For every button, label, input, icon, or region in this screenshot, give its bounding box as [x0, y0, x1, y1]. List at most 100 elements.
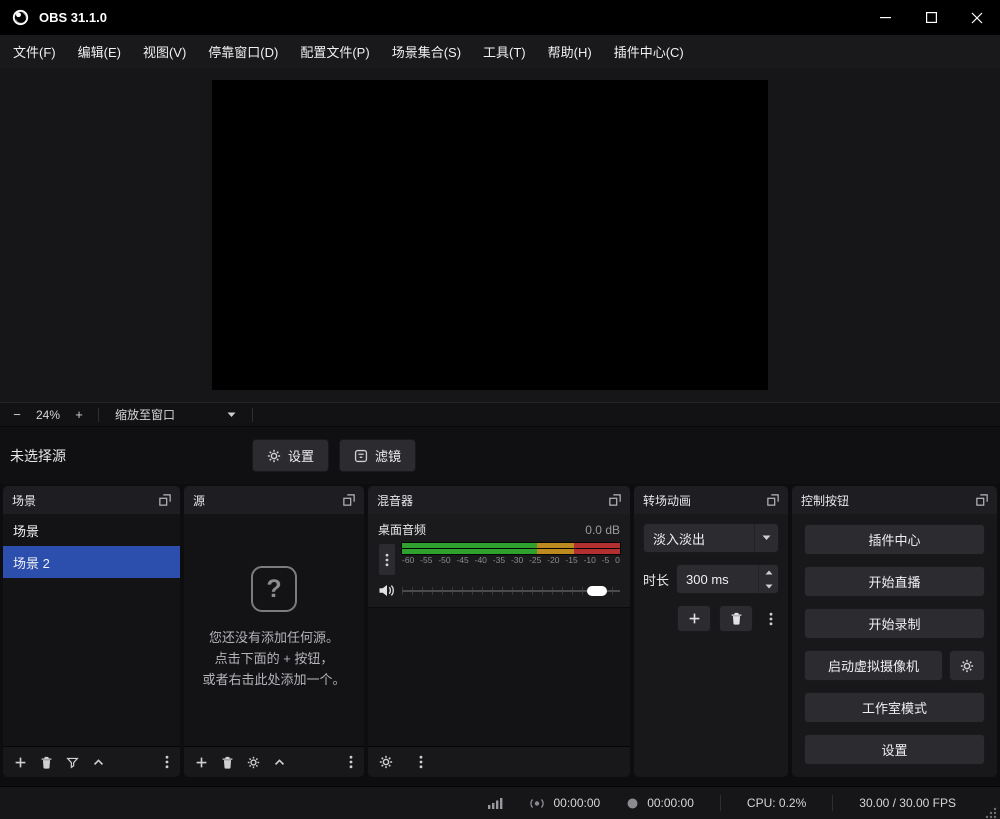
menu-item-profile[interactable]: 配置文件(P): [289, 35, 380, 68]
start-streaming-button[interactable]: 开始直播: [804, 566, 985, 597]
gear-icon: [960, 659, 974, 673]
empty-state-line: 点击下面的 + 按钮，: [215, 648, 334, 669]
virtual-camera-settings-button[interactable]: [949, 650, 985, 681]
remove-source-button[interactable]: [221, 756, 234, 769]
preview-canvas[interactable]: [212, 80, 768, 390]
divider: [98, 408, 99, 422]
source-properties-button[interactable]: [247, 756, 260, 769]
spin-up-button[interactable]: [759, 565, 778, 579]
duration-label: 时长: [643, 570, 669, 589]
menu-item-docks[interactable]: 停靠窗口(D): [197, 35, 289, 68]
mute-button[interactable]: [378, 583, 395, 598]
meter-red-segment: [574, 543, 620, 548]
add-source-button[interactable]: [195, 756, 208, 769]
menu-item-file[interactable]: 文件(F): [2, 35, 67, 68]
spin-down-button[interactable]: [759, 579, 778, 593]
popout-icon[interactable]: [767, 494, 779, 506]
mixer-more-button[interactable]: [419, 755, 423, 769]
window-title: OBS 31.1.0: [39, 10, 107, 25]
popout-icon[interactable]: [609, 494, 621, 506]
sources-more-button[interactable]: [349, 755, 353, 769]
empty-state-line: 您还没有添加任何源。: [209, 627, 339, 648]
advanced-audio-button[interactable]: [379, 755, 393, 769]
popout-icon[interactable]: [976, 494, 988, 506]
fit-to-window-dropdown[interactable]: 缩放至窗口: [107, 406, 244, 423]
scene-item-selected[interactable]: 场景 2: [3, 546, 180, 578]
divider: [832, 795, 833, 811]
scene-item[interactable]: 场景: [3, 514, 180, 546]
move-scene-up-button[interactable]: [92, 756, 105, 769]
controls-dock-header: 控制按钮: [792, 486, 997, 514]
menu-item-help[interactable]: 帮助(H): [537, 35, 603, 68]
add-scene-button[interactable]: [14, 756, 27, 769]
audio-mixer-dock: 混音器 桌面音频 0.0 dB: [368, 486, 630, 777]
add-transition-button[interactable]: [677, 605, 711, 632]
mixer-channel-desktop-audio: 桌面音频 0.0 dB: [368, 514, 630, 608]
channel-menu-button[interactable]: [378, 543, 396, 576]
mixer-dock-header: 混音器: [368, 486, 630, 514]
source-filters-toolbar-button[interactable]: 滤镜: [339, 439, 416, 472]
chevron-down-icon: [754, 524, 778, 552]
start-recording-button[interactable]: 开始录制: [804, 608, 985, 639]
transitions-dock-title: 转场动画: [643, 492, 691, 509]
menu-item-plugin-center[interactable]: 插件中心(C): [603, 35, 695, 68]
transitions-dock-header: 转场动画: [634, 486, 788, 514]
remove-transition-button[interactable]: [719, 605, 753, 632]
settings-button[interactable]: 设置: [804, 734, 985, 765]
menubar: 文件(F) 编辑(E) 视图(V) 停靠窗口(D) 配置文件(P) 场景集合(S…: [0, 35, 1000, 68]
volume-meter-right: [402, 549, 620, 554]
statusbar: 00:00:00 00:00:00 CPU: 0.2% 30.00 / 30.0…: [0, 786, 1000, 819]
zoom-in-button[interactable]: +: [68, 407, 90, 422]
chevron-down-icon: [227, 412, 236, 418]
question-icon: ?: [251, 566, 297, 612]
zoom-out-button[interactable]: −: [6, 407, 28, 422]
scene-filters-button[interactable]: [66, 756, 79, 769]
fps-counter: 30.00 / 30.00 FPS: [859, 796, 956, 810]
meter-green-segment: [402, 549, 537, 554]
transition-menu-button[interactable]: [769, 612, 773, 626]
menu-item-scene-collection[interactable]: 场景集合(S): [381, 35, 472, 68]
resize-grip[interactable]: [984, 806, 997, 819]
scenes-more-button[interactable]: [165, 755, 169, 769]
menu-item-view[interactable]: 视图(V): [132, 35, 197, 68]
menu-item-edit[interactable]: 编辑(E): [67, 35, 132, 68]
transition-select-value: 淡入淡出: [644, 529, 754, 548]
plugin-center-button[interactable]: 插件中心: [804, 524, 985, 555]
stream-time: 00:00:00: [553, 796, 600, 810]
empty-state-line: 或者右击此处添加一个。: [202, 669, 345, 690]
divider: [720, 795, 721, 811]
popout-icon[interactable]: [159, 494, 171, 506]
mixer-body: 桌面音频 0.0 dB: [368, 514, 630, 746]
transition-select[interactable]: 淡入淡出: [643, 523, 779, 553]
popout-icon[interactable]: [343, 494, 355, 506]
volume-slider[interactable]: [402, 584, 620, 598]
slider-handle[interactable]: [587, 586, 607, 596]
channel-name: 桌面音频: [378, 521, 426, 538]
meter-yellow-segment: [537, 543, 574, 548]
record-time: 00:00:00: [647, 796, 694, 810]
remove-scene-button[interactable]: [40, 756, 53, 769]
scenes-dock: 场景 场景 场景 2: [3, 486, 180, 777]
source-list[interactable]: ? 您还没有添加任何源。 点击下面的 + 按钮， 或者右击此处添加一个。: [184, 514, 364, 746]
fit-to-window-label: 缩放至窗口: [115, 406, 175, 423]
menu-item-tools[interactable]: 工具(T): [472, 35, 537, 68]
meter-red-segment: [574, 549, 620, 554]
minimize-button[interactable]: [862, 0, 908, 35]
maximize-button[interactable]: [908, 0, 954, 35]
sources-dock-header: 源: [184, 486, 364, 514]
transitions-body: 淡入淡出 时长 300 ms: [634, 514, 788, 777]
studio-mode-button[interactable]: 工作室模式: [804, 692, 985, 723]
scenes-toolbar: [3, 746, 180, 777]
start-virtual-camera-button[interactable]: 启动虚拟摄像机: [804, 650, 943, 681]
move-source-up-button[interactable]: [273, 756, 286, 769]
zoom-level: 24%: [28, 408, 68, 422]
meter-scale: -60-55-50-45-40-35-30-25-20-15-10-50: [402, 556, 620, 565]
source-properties-toolbar-button[interactable]: 设置: [252, 439, 329, 472]
record-status-icon: [626, 797, 639, 810]
no-source-label: 未选择源: [10, 427, 66, 484]
channel-db-value: 0.0 dB: [585, 523, 620, 537]
duration-spinbox[interactable]: 300 ms: [676, 564, 779, 594]
mixer-toolbar: [368, 746, 630, 777]
controls-dock-title: 控制按钮: [801, 492, 849, 509]
close-button[interactable]: [954, 0, 1000, 35]
